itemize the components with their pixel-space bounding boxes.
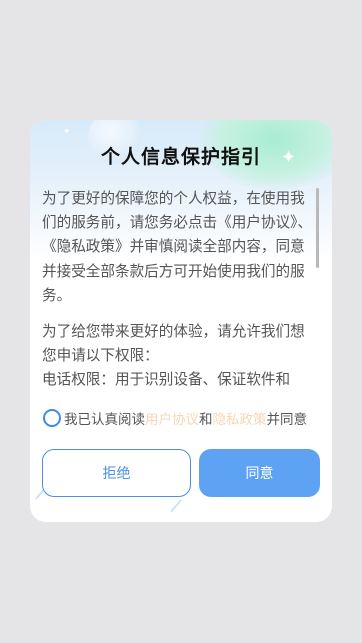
- dialog-title: 个人信息保护指引: [100, 146, 261, 168]
- content-paragraph: 为了更好的保障您的个人权益，在使用我们的服务前，请您务必点击《用户协议》、《隐私…: [42, 190, 312, 304]
- decorative-streak: [170, 499, 182, 513]
- content-paragraph: 为了给您带来更好的体验，请允许我们想您申请以下权限：: [42, 323, 305, 365]
- consent-conjunction: 和: [199, 412, 213, 428]
- consent-checkbox[interactable]: [43, 409, 61, 427]
- consent-prefix: 我已认真阅读: [64, 412, 145, 428]
- dialog-content-scroll[interactable]: 为了更好的保障您的个人权益，在使用我们的服务前，请您务必点击《用户协议》、《隐私…: [42, 187, 314, 392]
- content-scrollbar[interactable]: [316, 188, 319, 268]
- user-agreement-link[interactable]: 用户协议: [145, 408, 199, 428]
- content-paragraph: 电话权限：用于识别设备、保证软件和: [42, 371, 291, 389]
- agree-button[interactable]: 同意: [199, 449, 320, 497]
- consent-suffix: 并同意: [266, 412, 308, 428]
- privacy-policy-link[interactable]: 隐私政策: [213, 408, 267, 428]
- reject-button[interactable]: 拒绝: [42, 449, 191, 497]
- consent-row: 我已认真阅读 用户协议 和 隐私政策 并同意: [43, 408, 328, 428]
- sparkle-icon: ✦: [63, 127, 71, 137]
- privacy-dialog: ✦ ✦ 个人信息保护指引 为了更好的保障您的个人权益，在使用我们的服务前，请您务…: [30, 120, 332, 522]
